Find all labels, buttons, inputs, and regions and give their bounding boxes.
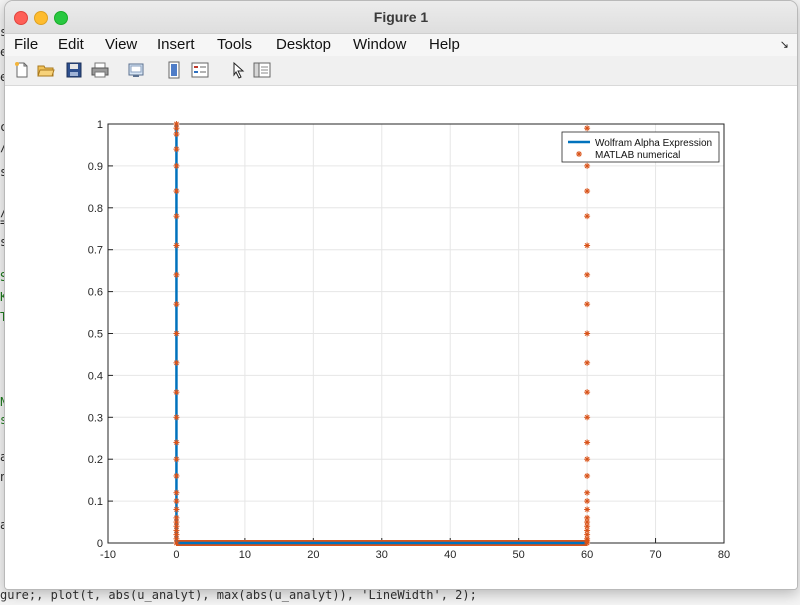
x-tick-label: 40 xyxy=(444,549,456,561)
menu-desktop[interactable]: Desktop xyxy=(276,36,331,53)
colorbar-icon[interactable] xyxy=(165,61,183,79)
dock-arrow-icon[interactable]: ↘ xyxy=(780,38,789,51)
menu-tools[interactable]: Tools xyxy=(217,36,252,53)
pointer-icon[interactable] xyxy=(229,61,247,79)
x-tick-label: 60 xyxy=(581,549,593,561)
background-command-line: gure;, plot(t, abs(u_analyt), max(abs(u_… xyxy=(0,588,477,602)
y-tick-label: 0.5 xyxy=(88,329,103,341)
x-tick-label: 20 xyxy=(307,549,319,561)
y-tick-label: 0.8 xyxy=(88,203,103,215)
menu-bar: File Edit View Insert Tools Desktop Wind… xyxy=(5,34,797,56)
numerical-point xyxy=(173,540,180,546)
x-tick-label: -10 xyxy=(100,549,116,561)
numerical-point xyxy=(584,540,591,546)
y-tick-label: 0.3 xyxy=(88,412,103,424)
figure-canvas: -10 0 10 20 30 40 50 60 70 80 0 0.1 0.2 0.3 0.4 0.5 0.6 0… xyxy=(5,86,797,589)
y-tick-label: 0.9 xyxy=(88,161,103,173)
figure-toolbar xyxy=(5,57,797,86)
x-tick-label: 10 xyxy=(239,549,251,561)
numerical-point xyxy=(584,489,591,496)
legend-label-matlab: MATLAB numerical xyxy=(595,150,680,161)
numerical-point xyxy=(584,506,591,513)
y-tick-label: 0.2 xyxy=(88,454,103,466)
open-icon[interactable] xyxy=(37,61,55,79)
property-inspector-icon[interactable] xyxy=(253,61,271,79)
y-tick-label: 0.4 xyxy=(88,370,103,382)
title-bar[interactable]: Figure 1 xyxy=(5,1,797,34)
new-figure-icon[interactable] xyxy=(13,61,31,79)
y-tick-label: 0.6 xyxy=(88,287,103,299)
window-title: Figure 1 xyxy=(373,9,429,25)
export-icon[interactable] xyxy=(127,61,145,79)
menu-edit[interactable]: Edit xyxy=(58,36,84,53)
legend-icon[interactable] xyxy=(191,61,209,79)
menu-view[interactable]: View xyxy=(105,36,137,53)
x-tick-label: 0 xyxy=(173,549,179,561)
save-icon[interactable] xyxy=(65,61,83,79)
numerical-point xyxy=(584,330,591,337)
print-icon[interactable] xyxy=(91,61,109,79)
x-tick-label: 30 xyxy=(376,549,388,561)
numerical-point xyxy=(584,439,591,446)
menu-help[interactable]: Help xyxy=(429,36,460,53)
legend-label-wolfram: Wolfram Alpha Expression xyxy=(595,138,712,149)
menu-insert[interactable]: Insert xyxy=(157,36,195,53)
numerical-point xyxy=(584,472,591,479)
y-tick-label: 0 xyxy=(97,538,103,550)
x-tick-label: 50 xyxy=(513,549,525,561)
x-tick-label: 70 xyxy=(649,549,661,561)
menu-window[interactable]: Window xyxy=(353,36,406,53)
y-tick-label: 0.7 xyxy=(88,245,103,257)
numerical-point xyxy=(584,389,591,396)
x-tick-label: 80 xyxy=(718,549,730,561)
plot-axes[interactable]: -10 0 10 20 30 40 50 60 70 8000.10.20.30.40.50.60… xyxy=(5,86,797,589)
y-tick-label: 1 xyxy=(97,119,103,131)
numerical-point xyxy=(584,498,591,505)
figure-window: Figure 1 File Edit View Insert Tools Des… xyxy=(4,0,798,590)
menu-file[interactable]: File xyxy=(14,36,38,53)
y-tick-label: 0.1 xyxy=(88,496,103,508)
